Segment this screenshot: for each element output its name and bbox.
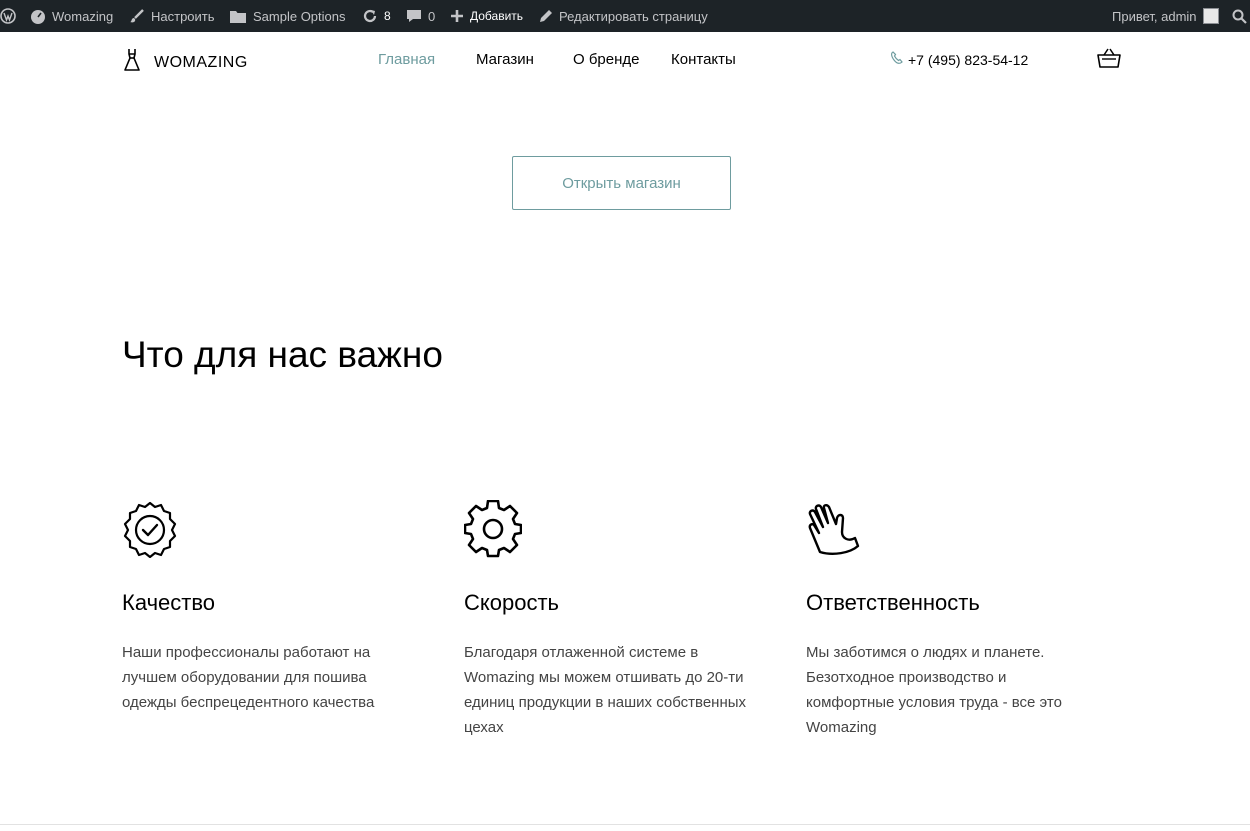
shopping-basket-icon: [1097, 48, 1121, 73]
updates-count: 8: [384, 9, 391, 23]
nav-contacts[interactable]: Контакты: [671, 51, 736, 68]
avatar: [1202, 8, 1219, 24]
feature-title: Скорость: [464, 590, 560, 615]
phone-link[interactable]: +7 (495) 823-54-12: [890, 51, 1028, 68]
sample-options-label: Sample Options: [253, 8, 346, 24]
site-name-menu[interactable]: Womazing: [30, 0, 113, 32]
phone-icon: [890, 51, 904, 68]
greeting-label: Привет, admin: [1112, 8, 1197, 24]
feature-quality: Качество Наши профессионалы работают на …: [122, 500, 422, 711]
feature-responsibility: Ответственность Мы заботимся о людях и п…: [806, 500, 1106, 736]
my-account-menu[interactable]: Привет, admin: [1112, 0, 1219, 32]
customize-menu[interactable]: Настроить: [129, 0, 215, 32]
wordpress-icon: [0, 8, 16, 24]
sample-options-menu[interactable]: Sample Options: [229, 0, 346, 32]
edit-page-menu[interactable]: Редактировать страницу: [538, 0, 708, 32]
comments-menu[interactable]: 0: [406, 0, 435, 32]
dress-icon: [122, 48, 142, 77]
customize-label: Настроить: [151, 8, 215, 24]
pencil-icon: [538, 9, 553, 24]
site-logo[interactable]: WOMAZING: [122, 48, 248, 77]
admin-search[interactable]: [1232, 0, 1247, 32]
divider: [0, 824, 1250, 825]
comment-icon: [406, 8, 422, 24]
nav-home[interactable]: Главная: [378, 51, 435, 68]
gear-icon: [463, 499, 524, 560]
feature-title: Ответственность: [806, 590, 980, 615]
comments-count: 0: [428, 8, 436, 24]
nav-about-brand[interactable]: О бренде: [573, 51, 640, 68]
folder-icon: [229, 9, 247, 24]
quality-badge-icon: [122, 500, 182, 560]
updates-icon: [362, 8, 378, 24]
feature-text: Благодаря отлаженной системе в Womazing …: [464, 644, 747, 736]
wp-admin-bar: Womazing Настроить Sample Options 8 0 До…: [0, 0, 1250, 32]
plus-icon: [450, 9, 464, 23]
hand-icon: [806, 500, 866, 560]
dashboard-icon: [30, 8, 46, 24]
site-name-label: Womazing: [52, 8, 114, 24]
logo-text: WOMAZING: [154, 53, 248, 71]
nav-shop[interactable]: Магазин: [476, 51, 534, 68]
wordpress-logo-menu[interactable]: [0, 0, 16, 32]
feature-text: Мы заботимся о людях и планете. Безотход…: [806, 644, 1062, 736]
brush-icon: [129, 8, 145, 24]
section-title: Что для нас важно: [122, 334, 443, 375]
add-new-menu[interactable]: Добавить: [450, 0, 523, 32]
site-header: WOMAZING Главная Магазин О бренде Контак…: [0, 32, 1250, 88]
updates-menu[interactable]: 8: [362, 0, 391, 32]
add-new-label: Добавить: [470, 9, 524, 23]
open-shop-button[interactable]: Открыть магазин: [512, 156, 731, 210]
feature-speed: Скорость Благодаря отлаженной системе в …: [463, 499, 764, 736]
feature-text: Наши профессионалы работают на лучшем об…: [122, 644, 375, 711]
cart-button[interactable]: [1097, 47, 1121, 74]
phone-number: +7 (495) 823-54-12: [908, 51, 1029, 68]
feature-title: Качество: [122, 590, 216, 615]
edit-page-label: Редактировать страницу: [559, 8, 708, 24]
search-icon: [1232, 9, 1247, 24]
